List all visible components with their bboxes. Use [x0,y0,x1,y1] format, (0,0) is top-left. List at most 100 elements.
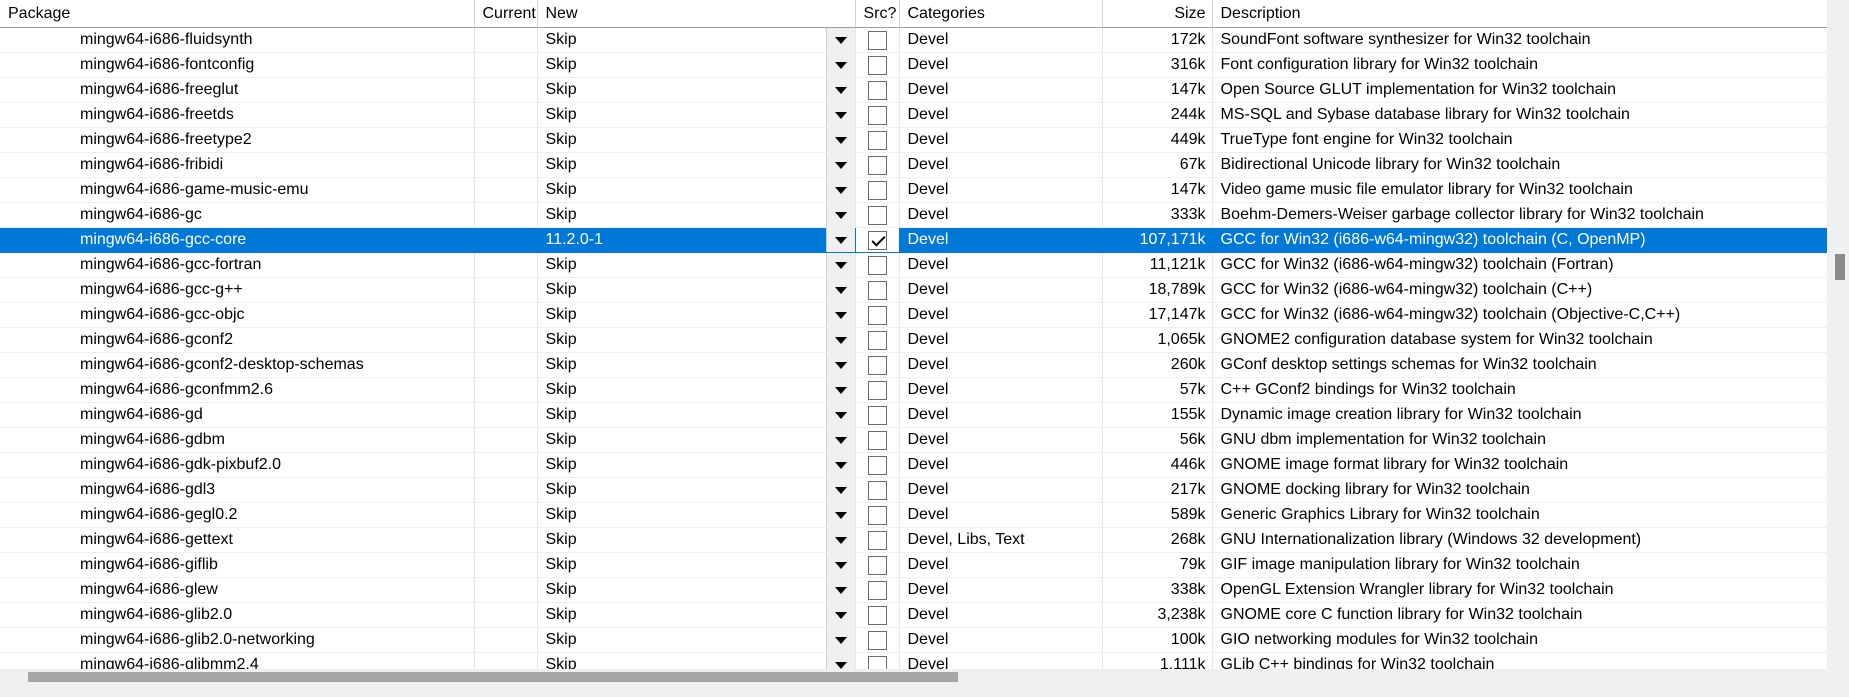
chevron-down-icon[interactable] [825,453,854,477]
chevron-down-icon[interactable] [825,403,854,427]
vertical-scroll-thumb[interactable] [1835,254,1845,280]
new-version-select[interactable]: Skip [537,77,856,103]
chevron-down-icon[interactable] [825,478,854,502]
src-checkbox[interactable] [867,380,887,400]
new-version-select[interactable]: Skip [537,177,856,203]
column-header-new[interactable]: New [537,0,856,28]
chevron-down-icon[interactable] [825,603,854,627]
new-version-select[interactable]: Skip [537,302,856,328]
src-checkbox[interactable] [867,430,887,450]
chevron-down-icon[interactable] [825,553,854,577]
table-row[interactable]: mingw64-i686-fontconfig Skip Devel 316k Font… [0,52,1827,78]
src-checkbox[interactable] [867,580,887,600]
src-checkbox[interactable] [867,130,887,150]
chevron-down-icon[interactable] [825,128,854,152]
src-checkbox[interactable] [867,555,887,575]
vertical-scrollbar[interactable] [1827,0,1849,685]
src-checkbox[interactable] [867,55,887,75]
src-checkbox[interactable] [867,630,887,650]
column-header-current[interactable]: Current [474,0,538,28]
chevron-down-icon[interactable] [825,628,854,652]
new-version-select[interactable]: Skip [537,52,856,78]
chevron-down-icon[interactable] [825,228,854,252]
new-version-select[interactable]: Skip [537,127,856,153]
chevron-down-icon[interactable] [825,503,854,527]
table-row[interactable]: mingw64-i686-gc Skip Devel 333k Boehm-Demers… [0,202,1827,228]
chevron-down-icon[interactable] [825,153,854,177]
table-row[interactable]: mingw64-i686-gcc-g++ Skip Devel 18,789k GCC … [0,277,1827,303]
chevron-down-icon[interactable] [825,653,854,669]
new-version-select[interactable]: Skip [537,577,856,603]
src-checkbox[interactable] [867,605,887,625]
chevron-down-icon[interactable] [825,328,854,352]
src-checkbox[interactable] [867,530,887,550]
chevron-down-icon[interactable] [825,53,854,77]
column-header-categories[interactable]: Categories [899,0,1103,28]
table-row[interactable]: mingw64-i686-glibmm2.4 Skip Devel 1,111k GLi… [0,652,1827,669]
table-row[interactable]: mingw64-i686-giflib Skip Devel 79k GIF image… [0,552,1827,578]
table-row[interactable]: mingw64-i686-gcc-fortran Skip Devel 11,121k… [0,252,1827,278]
src-checkbox[interactable] [867,205,887,225]
chevron-down-icon[interactable] [825,303,854,327]
src-checkbox[interactable] [867,505,887,525]
src-checkbox[interactable] [867,280,887,300]
table-row[interactable]: mingw64-i686-glib2.0 Skip Devel 3,238k GNOME… [0,602,1827,628]
new-version-select[interactable]: Skip [537,602,856,628]
src-checkbox[interactable] [867,80,887,100]
chevron-down-icon[interactable] [825,428,854,452]
src-checkbox[interactable] [867,305,887,325]
src-checkbox[interactable] [867,355,887,375]
chevron-down-icon[interactable] [825,103,854,127]
column-header-package[interactable]: Package [0,0,475,28]
src-checkbox[interactable] [867,180,887,200]
new-version-select[interactable]: Skip [537,502,856,528]
table-row[interactable]: mingw64-i686-gdk-pixbuf2.0 Skip Devel 446k G… [0,452,1827,478]
table-row[interactable]: mingw64-i686-gd Skip Devel 155k Dynamic imag… [0,402,1827,428]
table-row[interactable]: mingw64-i686-gcc-objc Skip Devel 17,147k GCC… [0,302,1827,328]
table-row[interactable]: mingw64-i686-gettext Skip Devel, Libs, Tex… [0,527,1827,553]
chevron-down-icon[interactable] [825,278,854,302]
table-row[interactable]: mingw64-i686-gconfmm2.6 Skip Devel 57k C++ G… [0,377,1827,403]
new-version-select[interactable]: Skip [537,627,856,653]
chevron-down-icon[interactable] [825,203,854,227]
chevron-down-icon[interactable] [825,178,854,202]
src-checkbox[interactable] [867,230,887,250]
new-version-select[interactable]: Skip [537,427,856,453]
chevron-down-icon[interactable] [825,253,854,277]
src-checkbox[interactable] [867,155,887,175]
new-version-select[interactable]: Skip [537,152,856,178]
horizontal-scrollbar[interactable] [0,669,1827,685]
table-row[interactable]: mingw64-i686-freeglut Skip Devel 147k Open S… [0,77,1827,103]
column-header-size[interactable]: Size [1102,0,1213,28]
src-checkbox[interactable] [867,105,887,125]
table-row[interactable]: mingw64-i686-glib2.0-networking Skip Devel… [0,627,1827,653]
chevron-down-icon[interactable] [825,378,854,402]
table-row[interactable]: mingw64-i686-fribidi Skip Devel 67k Bidirect… [0,152,1827,178]
table-row[interactable]: mingw64-i686-gconf2 Skip Devel 1,065k GNOME2… [0,327,1827,353]
table-row[interactable]: mingw64-i686-gconf2-desktop-schemas Skip D… [0,352,1827,378]
table-row[interactable]: mingw64-i686-game-music-emu Skip Devel 147k… [0,177,1827,203]
table-row[interactable]: mingw64-i686-glew Skip Devel 338k OpenGL Ext… [0,577,1827,603]
src-checkbox[interactable] [867,405,887,425]
new-version-select[interactable]: Skip [537,27,856,53]
src-checkbox[interactable] [867,30,887,50]
new-version-select[interactable]: Skip [537,377,856,403]
src-checkbox[interactable] [867,330,887,350]
new-version-select[interactable]: Skip [537,252,856,278]
chevron-down-icon[interactable] [825,353,854,377]
new-version-select[interactable]: Skip [537,352,856,378]
column-header-src[interactable]: Src? [855,0,900,28]
table-row[interactable]: mingw64-i686-gegl0.2 Skip Devel 589k Generic… [0,502,1827,528]
chevron-down-icon[interactable] [825,28,854,52]
table-row[interactable]: mingw64-i686-gdl3 Skip Devel 217k GNOME dock… [0,477,1827,503]
chevron-down-icon[interactable] [825,528,854,552]
chevron-down-icon[interactable] [825,578,854,602]
new-version-select[interactable]: Skip [537,527,856,553]
new-version-select[interactable]: Skip [537,477,856,503]
new-version-select[interactable]: Skip [537,202,856,228]
chevron-down-icon[interactable] [825,78,854,102]
new-version-select[interactable]: Skip [537,652,856,669]
new-version-select[interactable]: Skip [537,452,856,478]
column-header-description[interactable]: Description [1212,0,1827,28]
new-version-select[interactable]: Skip [537,552,856,578]
